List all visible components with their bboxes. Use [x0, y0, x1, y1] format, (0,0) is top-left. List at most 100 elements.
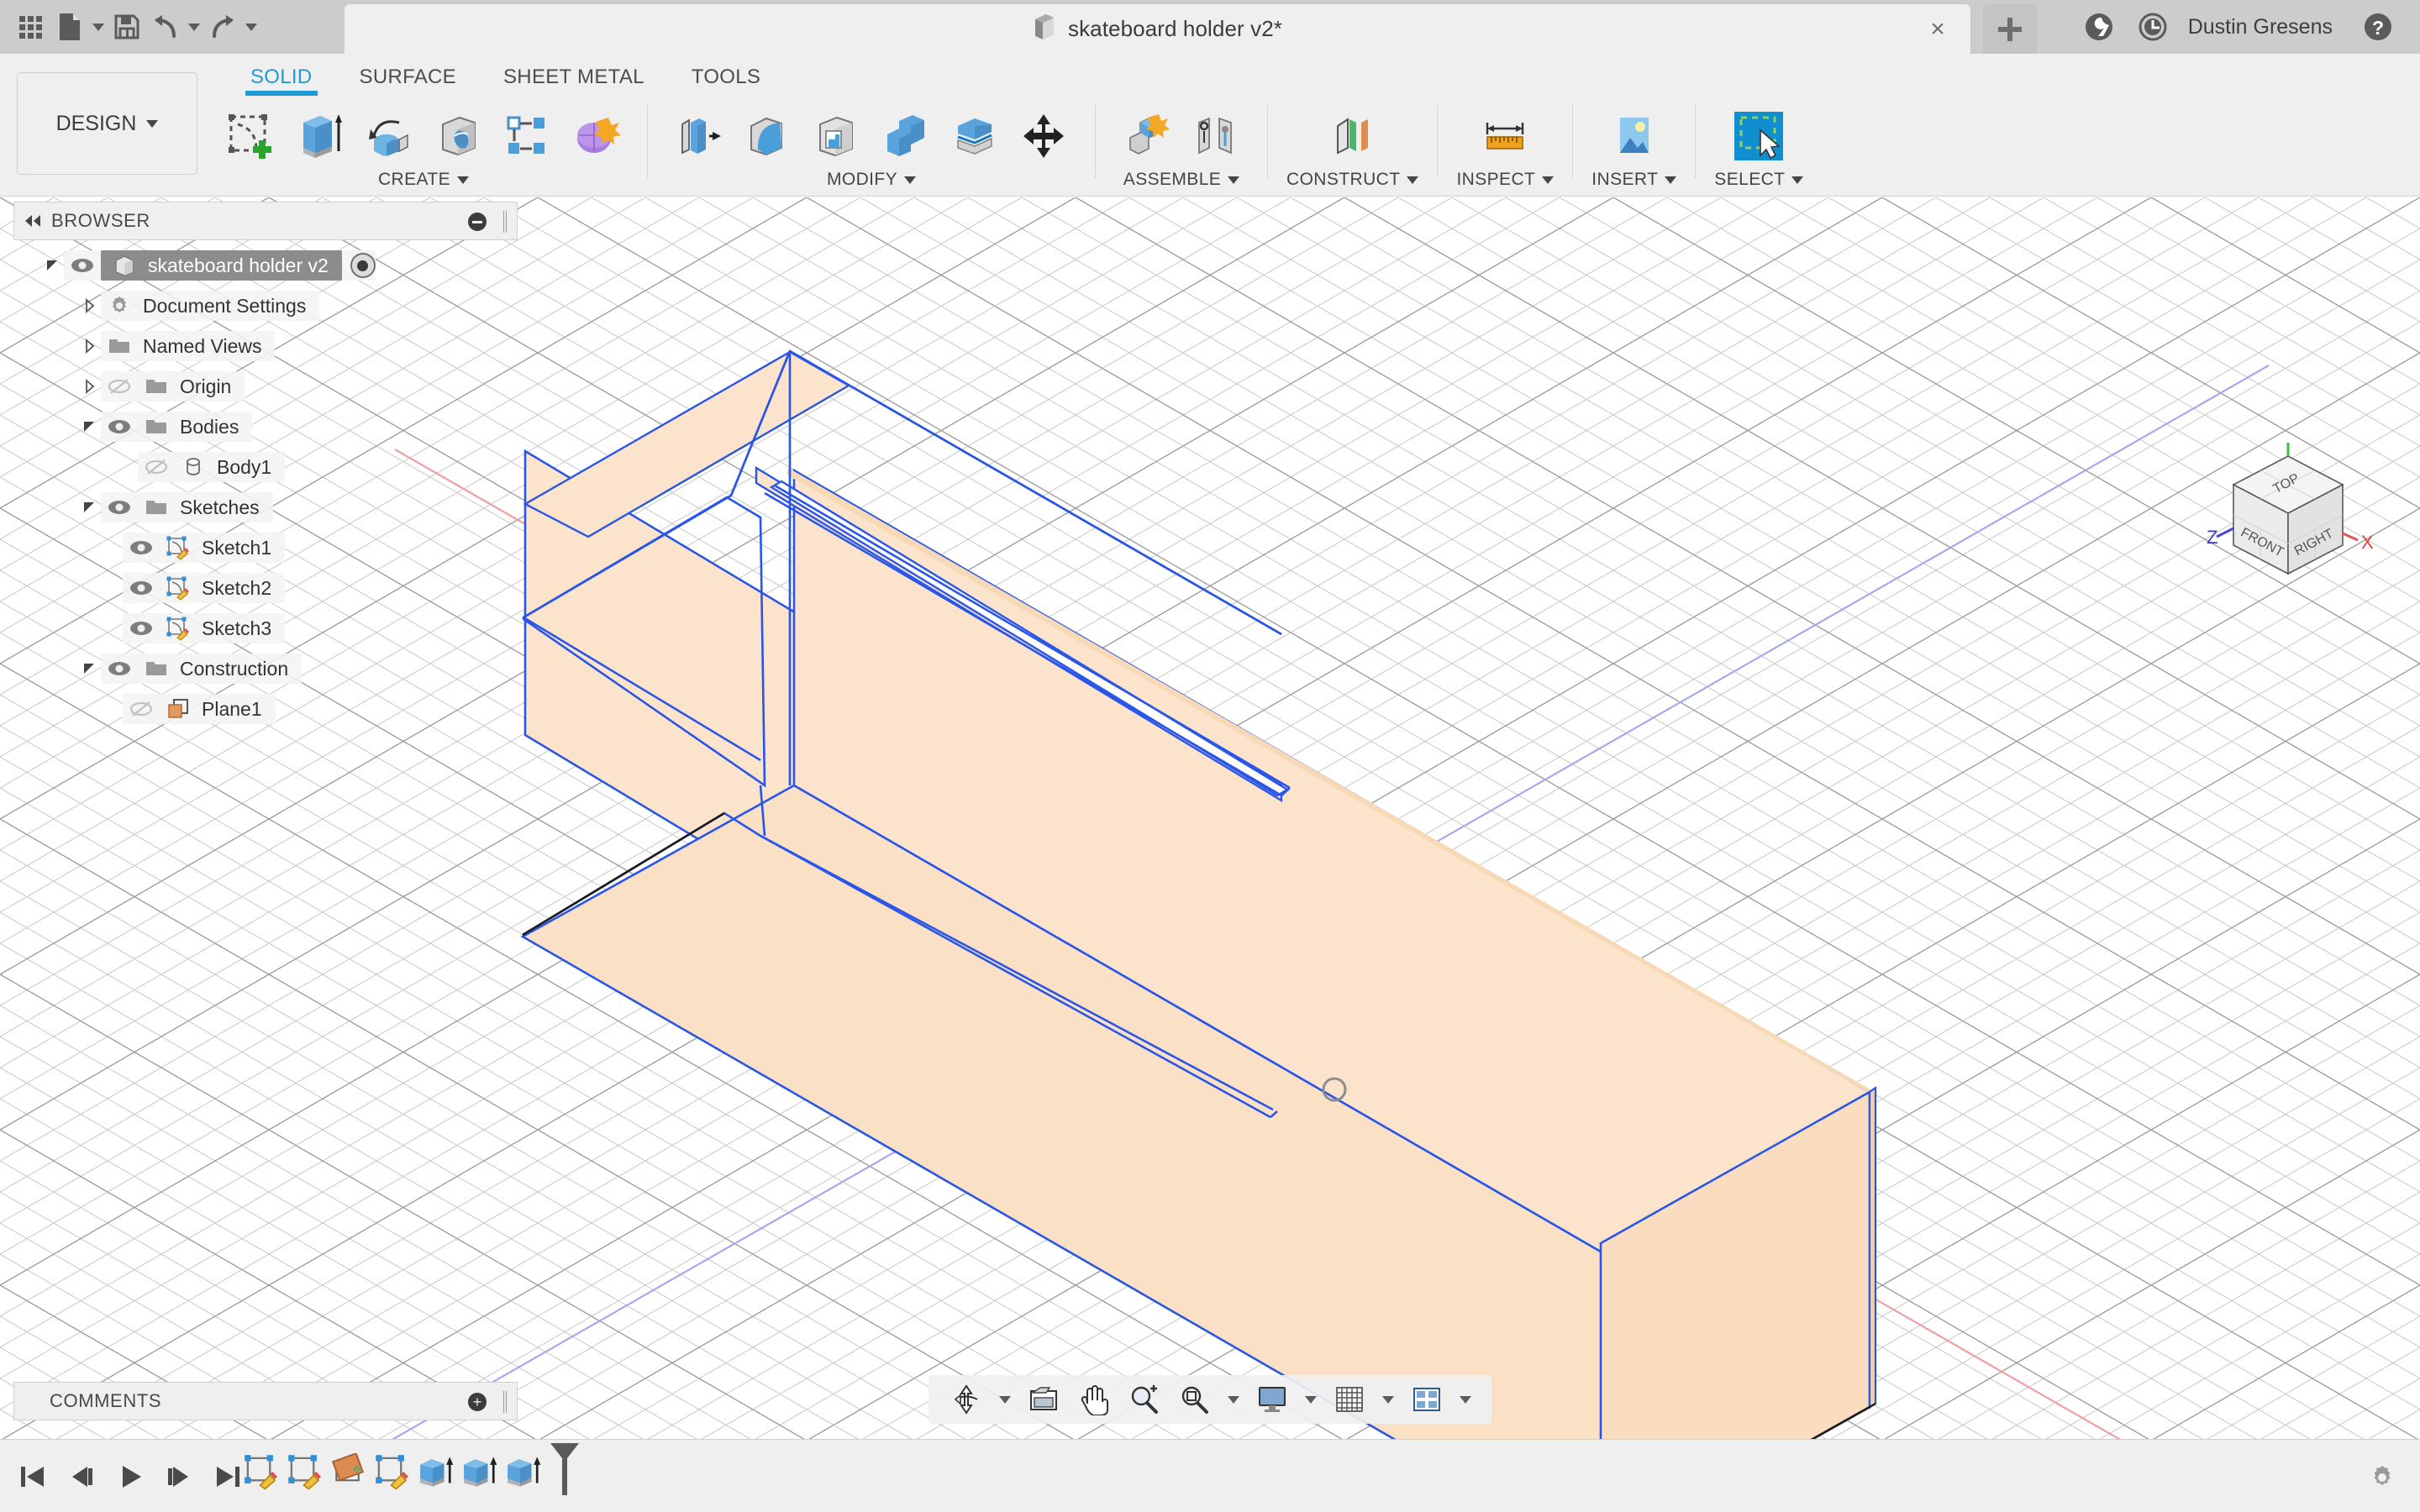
- press-pull-icon[interactable]: [666, 102, 732, 170]
- fillet-icon[interactable]: [735, 102, 801, 170]
- tree-node-plane1[interactable]: Plane1: [13, 689, 518, 729]
- redo-icon[interactable]: [203, 0, 242, 54]
- timeline-sketch3-icon[interactable]: [371, 1450, 414, 1494]
- go-to-beginning-icon[interactable]: [12, 1453, 54, 1500]
- file-icon[interactable]: [50, 0, 89, 54]
- form-icon[interactable]: [563, 102, 629, 170]
- file-dropdown-caret[interactable]: [89, 0, 108, 54]
- gear-icon[interactable]: [2368, 1463, 2396, 1492]
- timeline-sketch2-icon[interactable]: [283, 1450, 327, 1494]
- timeline-plane1-icon[interactable]: [327, 1450, 371, 1494]
- comments-panel-header[interactable]: COMMENTS +: [13, 1382, 518, 1420]
- help-icon[interactable]: ?: [2351, 0, 2405, 54]
- play-icon[interactable]: [109, 1453, 151, 1500]
- timeline-extrude1-icon[interactable]: [414, 1450, 458, 1494]
- double-chevron-left-icon[interactable]: [14, 202, 51, 239]
- expander-collapsed-icon[interactable]: [79, 335, 101, 357]
- ribbon-group-insert-label[interactable]: INSERT: [1591, 170, 1677, 190]
- zoom-icon[interactable]: [1120, 1378, 1169, 1421]
- tree-node-sketches[interactable]: Sketches: [13, 487, 518, 528]
- expander-collapsed-icon[interactable]: [79, 295, 101, 317]
- measure-icon[interactable]: [1472, 102, 1538, 170]
- visibility-icon[interactable]: [101, 412, 138, 442]
- job-status-icon[interactable]: [2072, 0, 2126, 54]
- ribbon-group-select-label[interactable]: SELECT: [1714, 170, 1804, 190]
- visibility-icon[interactable]: [101, 492, 138, 522]
- visibility-icon[interactable]: [64, 250, 101, 281]
- close-icon[interactable]: ×: [1925, 17, 1950, 44]
- timeline-end-marker[interactable]: [545, 1443, 584, 1495]
- fit-dropdown-caret[interactable]: [1221, 1378, 1246, 1421]
- tree-node-construction[interactable]: Construction: [13, 648, 518, 689]
- pattern-icon[interactable]: [494, 102, 560, 170]
- step-back-icon[interactable]: [60, 1453, 103, 1500]
- visibility-off-icon[interactable]: [138, 452, 175, 482]
- user-name[interactable]: Dustin Gresens: [2180, 15, 2351, 39]
- document-tab[interactable]: skateboard holder v2* ×: [345, 4, 1970, 54]
- ribbon-group-create-label[interactable]: CREATE: [378, 170, 470, 190]
- display-dropdown-caret[interactable]: [1298, 1378, 1323, 1421]
- undo-icon[interactable]: [146, 0, 185, 54]
- ribbon-group-assemble-label[interactable]: ASSEMBLE: [1123, 170, 1240, 190]
- app-grid-icon[interactable]: [12, 0, 50, 54]
- expander-expanded-icon[interactable]: [42, 255, 64, 276]
- visibility-off-icon[interactable]: [123, 694, 160, 724]
- save-icon[interactable]: [108, 0, 146, 54]
- viewports-dropdown-caret[interactable]: [1453, 1378, 1478, 1421]
- new-component-icon[interactable]: [1114, 102, 1180, 170]
- look-at-icon[interactable]: [1019, 1378, 1068, 1421]
- recent-history-icon[interactable]: [2126, 0, 2180, 54]
- ribbon-group-construct-label[interactable]: CONSTRUCT: [1286, 170, 1419, 190]
- display-settings-icon[interactable]: [1248, 1378, 1297, 1421]
- tab-solid[interactable]: SOLID: [227, 54, 336, 101]
- timeline-extrude2-icon[interactable]: [458, 1450, 502, 1494]
- tree-node-origin[interactable]: Origin: [13, 366, 518, 407]
- tree-node-root[interactable]: skateboard holder v2: [13, 245, 518, 286]
- tree-node-document-settings[interactable]: Document Settings: [13, 286, 518, 326]
- visibility-icon[interactable]: [123, 613, 160, 643]
- grid-dropdown-caret[interactable]: [1376, 1378, 1401, 1421]
- tree-node-sketch2[interactable]: Sketch2: [13, 568, 518, 608]
- timeline-sketch1-icon[interactable]: [239, 1450, 283, 1494]
- orbit-icon[interactable]: [942, 1378, 991, 1421]
- panel-resize-grip[interactable]: [503, 211, 507, 233]
- sweep-icon[interactable]: [425, 102, 491, 170]
- tree-node-sketch3[interactable]: Sketch3: [13, 608, 518, 648]
- tree-node-named-views[interactable]: Named Views: [13, 326, 518, 366]
- fit-icon[interactable]: [1171, 1378, 1219, 1421]
- activate-component-radio[interactable]: [350, 253, 376, 278]
- view-cube[interactable]: TOP FRONT RIGHT Z X Y: [2183, 425, 2393, 596]
- pan-icon[interactable]: [1070, 1378, 1118, 1421]
- tab-tools[interactable]: TOOLS: [668, 54, 784, 101]
- viewports-icon[interactable]: [1402, 1378, 1451, 1421]
- combine-icon[interactable]: [873, 102, 939, 170]
- tree-node-sketch1[interactable]: Sketch1: [13, 528, 518, 568]
- redo-dropdown-caret[interactable]: [242, 0, 260, 54]
- minimize-icon[interactable]: [468, 213, 487, 231]
- split-face-icon[interactable]: [942, 102, 1007, 170]
- expander-expanded-icon[interactable]: [79, 496, 101, 518]
- expander-expanded-icon[interactable]: [79, 658, 101, 680]
- tab-sheet-metal[interactable]: SHEET METAL: [480, 54, 668, 101]
- visibility-icon[interactable]: [123, 573, 160, 603]
- new-tab-button[interactable]: [1983, 4, 2037, 54]
- insert-image-icon[interactable]: [1602, 102, 1667, 170]
- shell-icon[interactable]: [804, 102, 870, 170]
- tab-surface[interactable]: SURFACE: [336, 54, 480, 101]
- move-copy-icon[interactable]: [1011, 102, 1076, 170]
- timeline-extrude3-icon[interactable]: [502, 1450, 545, 1494]
- select-window-icon[interactable]: [1726, 102, 1791, 170]
- plus-circle-icon[interactable]: +: [468, 1393, 487, 1411]
- workspace-switcher[interactable]: DESIGN: [17, 72, 197, 175]
- visibility-off-icon[interactable]: [101, 371, 138, 402]
- visibility-icon[interactable]: [101, 654, 138, 684]
- revolve-icon[interactable]: [356, 102, 422, 170]
- visibility-icon[interactable]: [123, 533, 160, 563]
- panel-resize-grip[interactable]: [503, 1391, 507, 1413]
- extrude-icon[interactable]: [287, 102, 353, 170]
- create-sketch-icon[interactable]: [218, 102, 284, 170]
- expander-collapsed-icon[interactable]: [79, 375, 101, 397]
- grid-snaps-icon[interactable]: [1325, 1378, 1374, 1421]
- ribbon-group-inspect-label[interactable]: INSPECT: [1456, 170, 1555, 190]
- joint-icon[interactable]: [1183, 102, 1249, 170]
